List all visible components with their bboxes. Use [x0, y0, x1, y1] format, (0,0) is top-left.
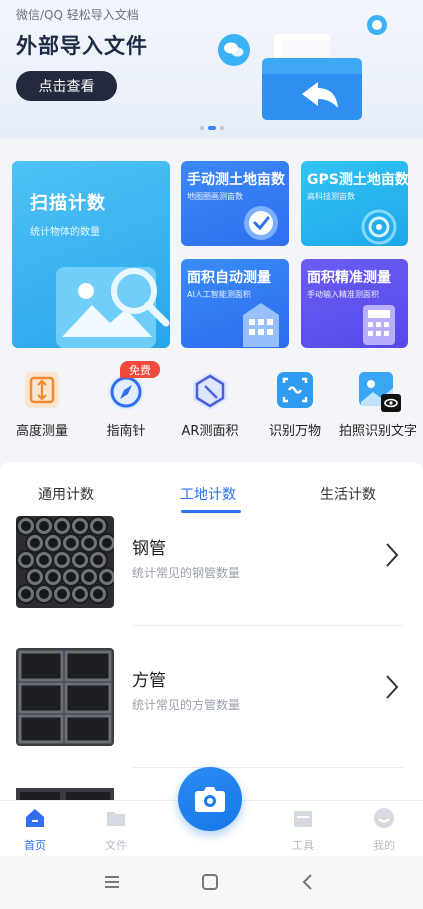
ar-area-icon: [193, 372, 227, 410]
chevron-right-icon: [386, 543, 399, 567]
nav-tools[interactable]: 工具: [273, 805, 333, 853]
folder-icon: [107, 812, 125, 826]
building-icon: [243, 303, 279, 347]
height-measure-icon: [25, 372, 59, 408]
auto-area-subtitle: AI人工智能测面积: [187, 290, 251, 299]
camera-icon: [195, 787, 225, 812]
system-nav-bar: [0, 856, 423, 909]
carousel-dot: [220, 126, 224, 130]
nav-label: 我的: [373, 839, 395, 852]
active-tab-indicator: [181, 510, 241, 513]
free-badge: 免费: [120, 361, 160, 378]
photo-text-icon: [359, 372, 401, 412]
scan-count-card[interactable]: 扫描计数 统计物体的数量: [12, 161, 170, 348]
tool-recognize[interactable]: 识别万物: [253, 362, 337, 448]
tool-ar-area[interactable]: AR测面积: [168, 362, 252, 448]
import-banner[interactable]: 微信/QQ 轻松导入文档 外部导入文件 点击查看: [0, 0, 423, 138]
banner-subtitle: 微信/QQ 轻松导入文档: [16, 8, 139, 22]
carousel-dots: [200, 126, 224, 130]
item-description: 统计常见的方管数量: [132, 698, 241, 712]
count-category-panel: 通用计数 工地计数 生活计数 钢管 统计常见的钢管数量 方管 统计常见的方管数量: [0, 462, 423, 802]
tool-label: 拍照识别文字: [338, 424, 417, 439]
tab-general[interactable]: 通用计数: [38, 484, 94, 504]
nav-files[interactable]: 文件: [86, 805, 146, 853]
tool-label: 高度测量: [15, 424, 68, 439]
nav-profile[interactable]: 我的: [354, 805, 414, 853]
divider: [132, 767, 404, 768]
gps-land-card[interactable]: GPS测土地亩数 高科技测亩数: [301, 161, 408, 246]
home-square-icon[interactable]: [198, 870, 222, 894]
scan-count-title: 扫描计数: [30, 193, 106, 214]
auto-area-title: 面积自动测量: [187, 270, 271, 286]
tool-photo-text[interactable]: 拍照识别文字: [336, 362, 420, 448]
item-description: 统计常见的钢管数量: [132, 566, 241, 580]
item-name: 钢管: [132, 539, 166, 559]
wechat-icon: [218, 34, 250, 66]
precise-area-title: 面积精准测量: [307, 270, 391, 286]
auto-area-card[interactable]: 面积自动测量 AI人工智能测面积: [181, 259, 289, 348]
image-search-icon: [56, 267, 170, 348]
gps-land-subtitle: 高科技测亩数: [307, 192, 355, 201]
carousel-dot-active: [208, 126, 216, 130]
banner-title: 外部导入文件: [16, 34, 148, 58]
profile-icon: [374, 808, 394, 828]
tab-daily[interactable]: 生活计数: [320, 484, 376, 504]
manual-land-title: 手动测土地亩数: [187, 172, 285, 188]
precise-area-card[interactable]: 面积精准测量 手动输入精准测面积: [301, 259, 408, 348]
carousel-dot: [200, 126, 204, 130]
home-icon: [26, 809, 44, 827]
feature-grid: 扫描计数 统计物体的数量 手动测土地亩数 地图圈画测亩数 GPS测土地亩数 高科…: [0, 150, 423, 360]
list-item[interactable]: 钢管 统计常见的钢管数量: [0, 516, 423, 626]
menu-icon[interactable]: [100, 870, 124, 894]
qq-bubble-icon: [367, 15, 387, 35]
chevron-right-icon: [386, 675, 399, 699]
divider: [132, 625, 404, 626]
tool-label: 识别万物: [268, 424, 321, 439]
tool-label: AR测面积: [181, 424, 239, 439]
steel-pipe-thumbnail: [16, 516, 114, 608]
precise-area-subtitle: 手动输入精准测面积: [307, 290, 379, 299]
gps-land-title: GPS测土地亩数: [307, 172, 408, 188]
category-tabs: 通用计数 工地计数 生活计数: [0, 462, 423, 514]
gps-signal-icon: [361, 209, 397, 245]
tools-row: 高度测量 指南针 AR测面积 识别万物 拍照识别文字: [0, 362, 423, 448]
view-button[interactable]: 点击查看: [16, 71, 117, 101]
nav-label: 文件: [105, 839, 127, 852]
camera-button[interactable]: [178, 767, 242, 831]
calculator-icon: [363, 305, 395, 345]
list-item[interactable]: 方管 统计常见的方管数量: [0, 648, 423, 758]
back-icon[interactable]: [296, 870, 320, 894]
manual-land-subtitle: 地图圈画测亩数: [187, 192, 243, 201]
manual-land-card[interactable]: 手动测土地亩数 地图圈画测亩数: [181, 161, 289, 246]
scan-count-subtitle: 统计物体的数量: [30, 227, 100, 238]
nav-label: 首页: [24, 839, 46, 852]
toolbox-icon: [294, 811, 312, 827]
tab-construction[interactable]: 工地计数: [180, 484, 236, 504]
nav-home[interactable]: 首页: [5, 805, 65, 853]
folder-import-icon: [262, 34, 362, 120]
check-shield-icon: [244, 206, 278, 240]
item-name: 方管: [132, 671, 166, 691]
nav-label: 工具: [292, 839, 314, 852]
app-screen: { "banner": { "subtitle": "微信/QQ 轻松导入文档"…: [0, 0, 423, 909]
recognize-icon: [277, 372, 313, 408]
square-tube-thumbnail: [16, 648, 114, 746]
tool-label: 指南针: [106, 424, 146, 439]
tool-height-measure[interactable]: 高度测量: [0, 362, 84, 448]
